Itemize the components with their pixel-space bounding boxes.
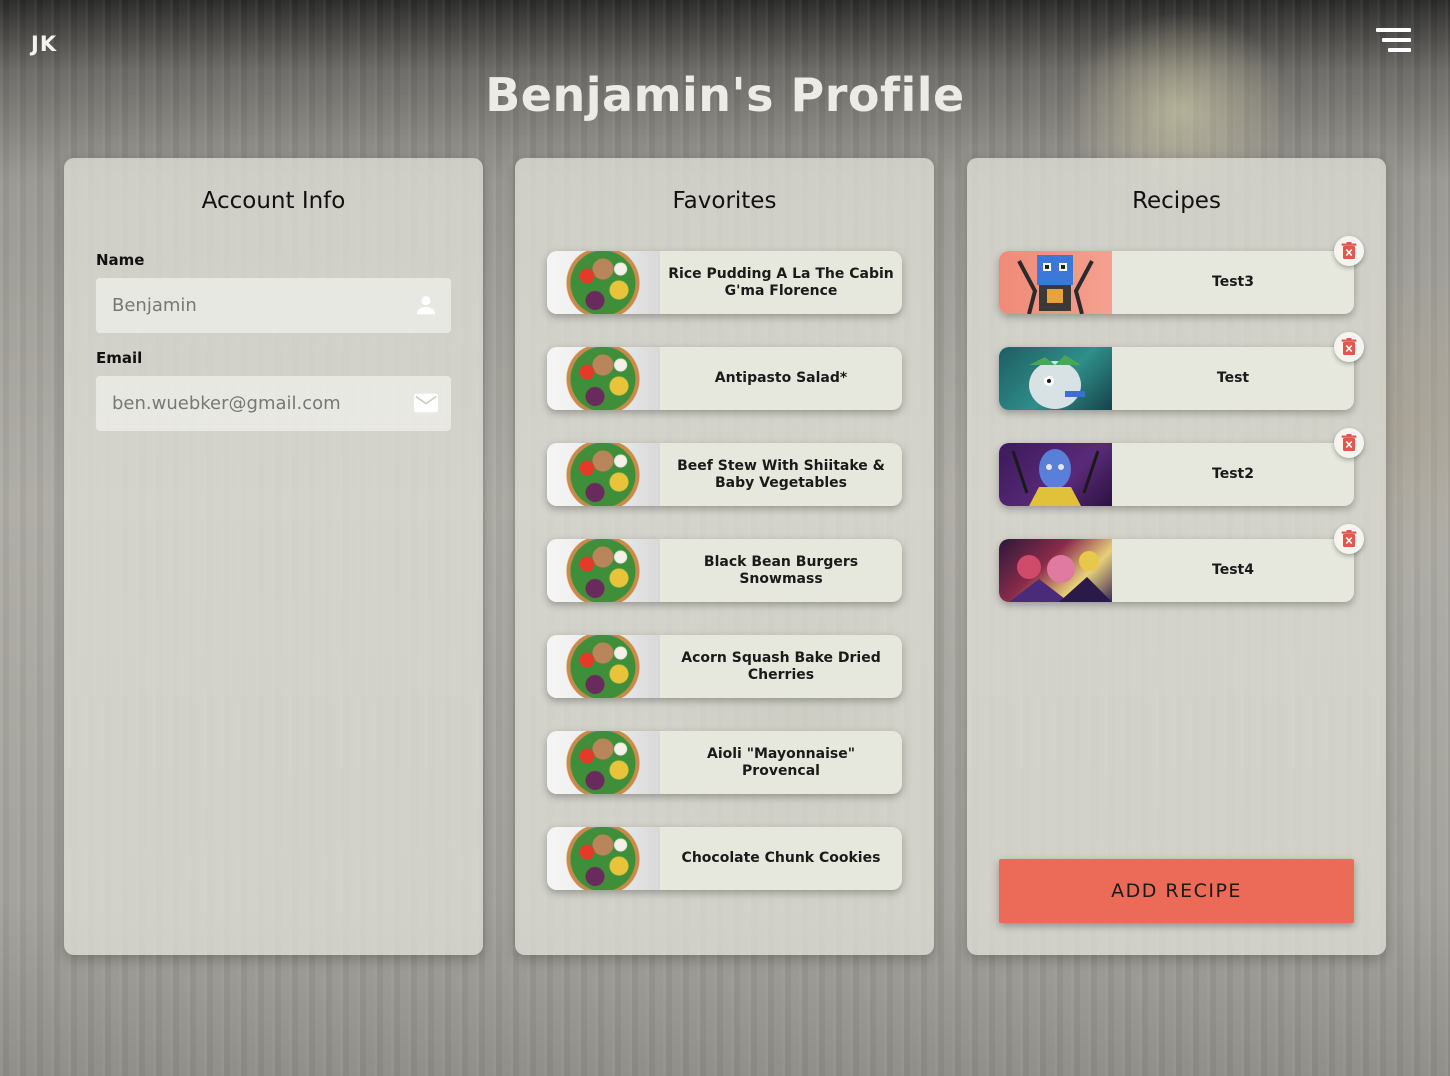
recipe-thumbnail	[547, 347, 660, 410]
recipe-card[interactable]: Test4	[999, 539, 1354, 602]
recipe-thumbnail	[547, 443, 660, 506]
trash-icon	[1341, 434, 1357, 451]
favorite-card[interactable]: Chocolate Chunk Cookies	[547, 827, 902, 890]
account-info-title: Account Info	[201, 188, 346, 214]
hamburger-menu-icon[interactable]	[1376, 28, 1411, 54]
recipe-card[interactable]: Test3	[999, 251, 1354, 314]
delete-recipe-button[interactable]	[1334, 236, 1364, 266]
trash-icon	[1341, 338, 1357, 355]
cartoon-villain-image	[1011, 449, 1100, 506]
person-icon	[416, 296, 436, 315]
email-field	[96, 376, 451, 431]
cartoon-character-image	[1029, 355, 1085, 409]
favorite-title: Acorn Squash Bake Dried Cherries	[681, 649, 881, 683]
email-label: Email	[96, 349, 143, 367]
recipe-title: Test3	[1212, 274, 1254, 290]
delete-recipe-button[interactable]	[1334, 332, 1364, 362]
menu-line	[1376, 28, 1411, 32]
food-bowl-image	[563, 443, 643, 506]
favorite-title: Antipasto Salad*	[714, 370, 848, 386]
recipe-thumbnail	[999, 347, 1112, 410]
pixel-robot-image	[1017, 255, 1094, 314]
trash-icon	[1341, 242, 1357, 259]
favorite-title: Rice Pudding A La The Cabin G'ma Florenc…	[668, 265, 894, 299]
favorite-card[interactable]: Rice Pudding A La The Cabin G'ma Florenc…	[547, 251, 902, 314]
recipe-thumbnail	[547, 539, 660, 602]
favorite-title: Beef Stew With Shiitake & Baby Vegetable…	[677, 457, 885, 491]
food-bowl-image	[563, 635, 643, 698]
favorite-card[interactable]: Aioli "Mayonnaise" Provencal	[547, 731, 902, 794]
menu-line	[1388, 48, 1411, 52]
favorite-title: Black Bean Burgers Snowmass	[703, 553, 859, 587]
food-bowl-image	[563, 347, 643, 410]
recipe-thumbnail	[547, 827, 660, 890]
recipe-title: Test2	[1212, 466, 1254, 482]
comic-art-image	[1009, 551, 1112, 602]
recipe-card[interactable]: Test2	[999, 443, 1354, 506]
recipe-thumbnail	[999, 539, 1112, 602]
favorite-card[interactable]: Black Bean Burgers Snowmass	[547, 539, 902, 602]
recipes-title: Recipes	[1132, 188, 1221, 214]
add-recipe-button[interactable]: ADD RECIPE	[999, 859, 1354, 923]
delete-recipe-button[interactable]	[1334, 524, 1364, 554]
food-bowl-image	[563, 827, 643, 890]
favorite-card[interactable]: Antipasto Salad*	[547, 347, 902, 410]
mail-icon	[414, 393, 438, 413]
food-bowl-image	[563, 731, 643, 794]
name-input[interactable]	[96, 278, 396, 333]
favorite-title: Aioli "Mayonnaise" Provencal	[706, 745, 855, 779]
name-field	[96, 278, 451, 333]
menu-line	[1382, 38, 1411, 42]
email-input[interactable]	[96, 376, 396, 431]
recipe-title: Test4	[1212, 562, 1254, 578]
delete-recipe-button[interactable]	[1334, 428, 1364, 458]
recipe-thumbnail	[547, 635, 660, 698]
recipe-thumbnail	[999, 251, 1112, 314]
recipe-thumbnail	[547, 731, 660, 794]
favorite-card[interactable]: Acorn Squash Bake Dried Cherries	[547, 635, 902, 698]
page-title: Benjamin's Profile	[485, 68, 965, 122]
recipes-panel: Recipes Test3 Test Test2 Test4 ADD RECIP…	[967, 158, 1386, 955]
name-label: Name	[96, 251, 145, 269]
favorites-panel: Favorites Rice Pudding A La The Cabin G'…	[515, 158, 934, 955]
favorites-title: Favorites	[672, 188, 777, 214]
favorite-title: Chocolate Chunk Cookies	[681, 850, 881, 866]
recipe-card[interactable]: Test	[999, 347, 1354, 410]
recipe-thumbnail	[547, 251, 660, 314]
recipe-title: Test	[1216, 370, 1250, 386]
trash-icon	[1341, 530, 1357, 547]
logo[interactable]: JK	[31, 32, 57, 56]
favorite-card[interactable]: Beef Stew With Shiitake & Baby Vegetable…	[547, 443, 902, 506]
account-info-panel: Account Info Name Email	[64, 158, 483, 955]
food-bowl-image	[563, 251, 643, 314]
food-bowl-image	[563, 539, 643, 602]
recipe-thumbnail	[999, 443, 1112, 506]
